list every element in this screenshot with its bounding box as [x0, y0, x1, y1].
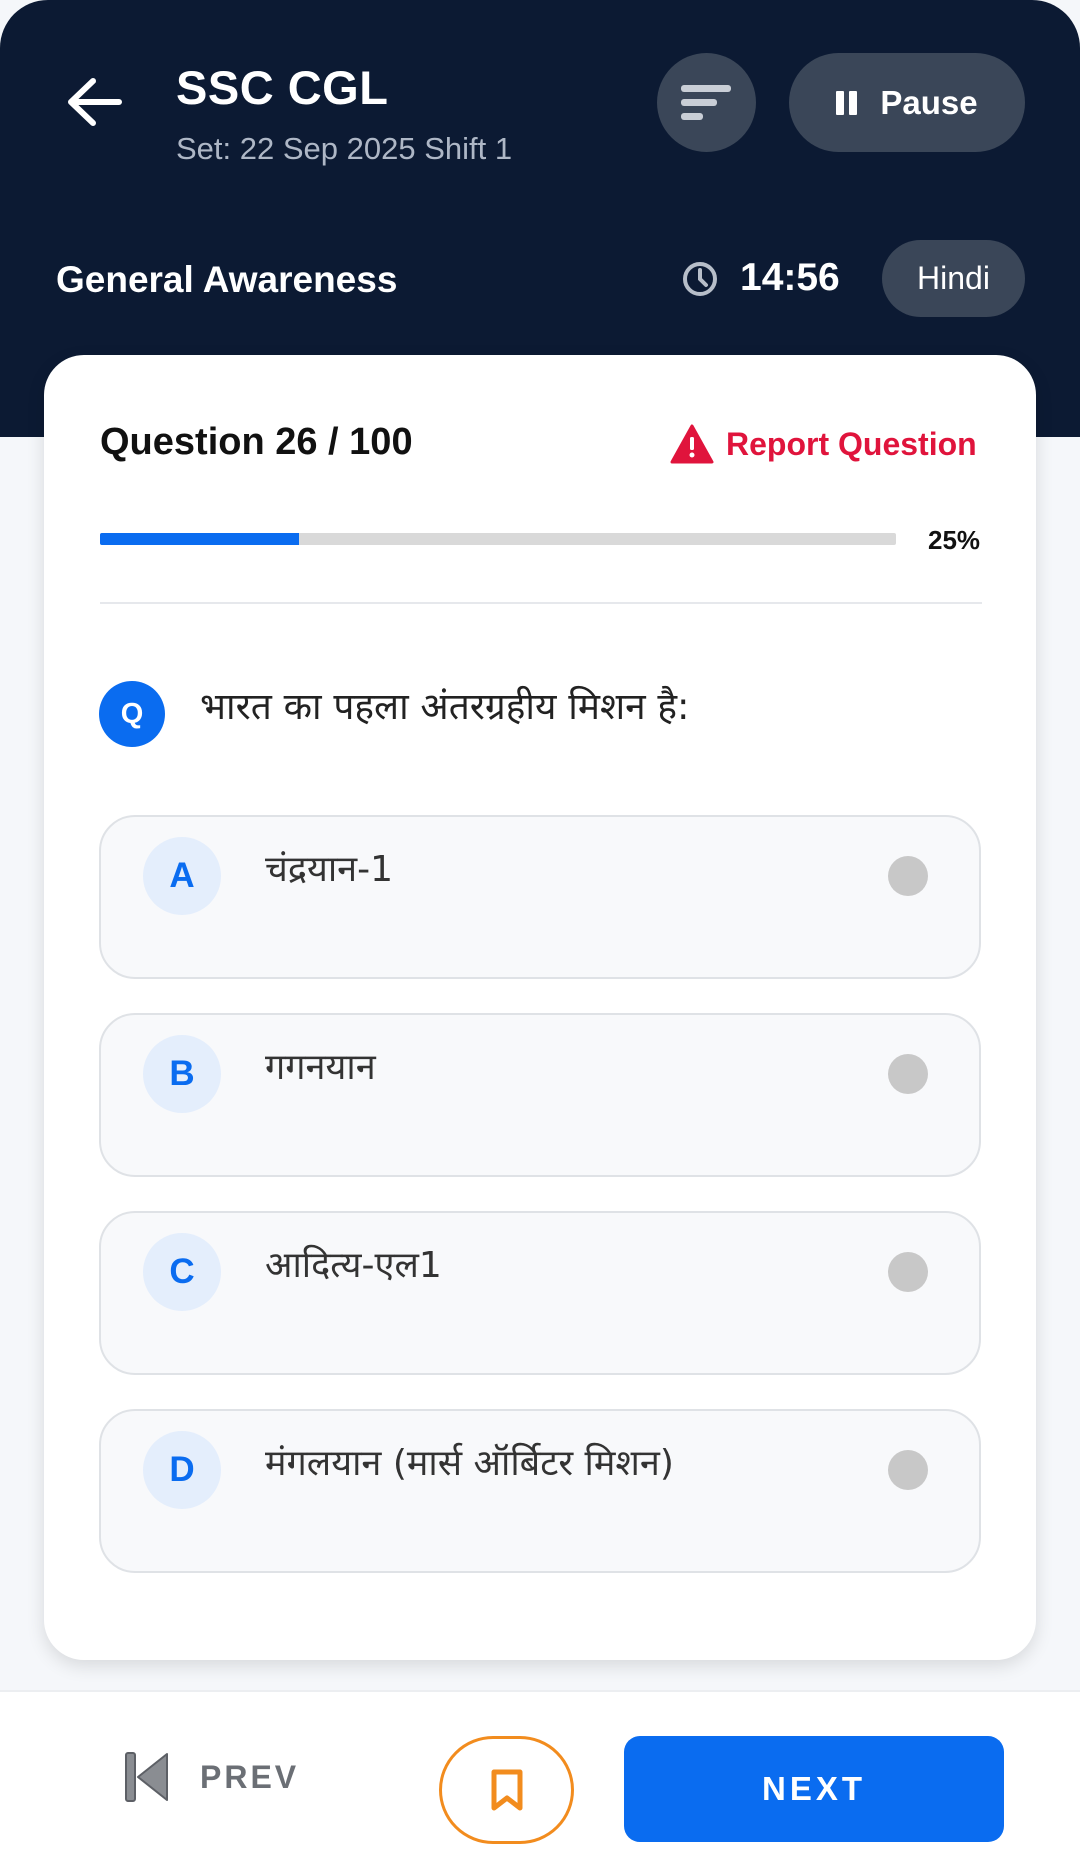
progress-bar	[100, 533, 896, 545]
option-text: मंगलयान (मार्स ऑर्बिटर मिशन)	[265, 1443, 674, 1484]
filter-button[interactable]	[657, 53, 756, 152]
option-a[interactable]: A चंद्रयान-1	[99, 815, 981, 979]
divider	[100, 602, 982, 604]
option-letter: C	[143, 1233, 221, 1311]
sort-lines-icon	[680, 84, 731, 120]
clock-icon	[683, 262, 717, 296]
progress-percent: 25%	[928, 525, 981, 555]
prev-label: PREV	[200, 1758, 300, 1795]
language-toggle[interactable]: Hindi	[882, 240, 1025, 317]
question-badge: Q	[99, 681, 165, 747]
question-counter: Question 26 / 100	[100, 421, 413, 463]
option-letter: A	[143, 837, 221, 915]
bookmark-icon	[491, 1769, 522, 1811]
back-button[interactable]	[62, 72, 126, 132]
pause-label: Pause	[880, 83, 978, 121]
option-radio[interactable]	[888, 1054, 928, 1094]
option-letter: B	[143, 1035, 221, 1113]
option-radio[interactable]	[888, 1252, 928, 1292]
report-question-label: Report Question	[726, 425, 977, 462]
option-d[interactable]: D मंगलयान (मार्स ऑर्बिटर मिशन)	[99, 1409, 981, 1573]
page-title: SSC CGL	[176, 61, 389, 114]
option-radio[interactable]	[888, 1450, 928, 1490]
prev-button[interactable]: PREV	[124, 1747, 299, 1807]
bottom-navigation: PREV NEXT	[0, 1690, 1080, 1865]
pause-button[interactable]: Pause	[789, 53, 1025, 152]
next-button[interactable]: NEXT	[624, 1736, 1004, 1842]
question-card: Question 26 / 100 Report Question 25% Q …	[44, 355, 1036, 1660]
option-text: गगनयान	[265, 1047, 376, 1088]
set-subtitle: Set: 22 Sep 2025 Shift 1	[176, 131, 513, 166]
option-text: चंद्रयान-1	[265, 849, 394, 890]
option-b[interactable]: B गगनयान	[99, 1013, 981, 1177]
report-question-button[interactable]: Report Question	[670, 421, 977, 467]
arrow-left-icon	[68, 78, 122, 126]
pause-icon	[836, 90, 858, 115]
option-radio[interactable]	[888, 856, 928, 896]
option-c[interactable]: C आदित्य-एल1	[99, 1211, 981, 1375]
countdown-timer: 14:56	[740, 256, 840, 299]
progress-fill	[100, 533, 299, 545]
option-text: आदित्य-एल1	[265, 1245, 442, 1286]
question-text: भारत का पहला अंतरग्रहीय मिशन है:	[200, 685, 690, 728]
skip-previous-icon	[125, 1752, 168, 1802]
option-letter: D	[143, 1431, 221, 1509]
warning-triangle-icon	[670, 424, 714, 464]
bookmark-button[interactable]	[439, 1736, 574, 1844]
section-name: General Awareness	[56, 259, 398, 300]
